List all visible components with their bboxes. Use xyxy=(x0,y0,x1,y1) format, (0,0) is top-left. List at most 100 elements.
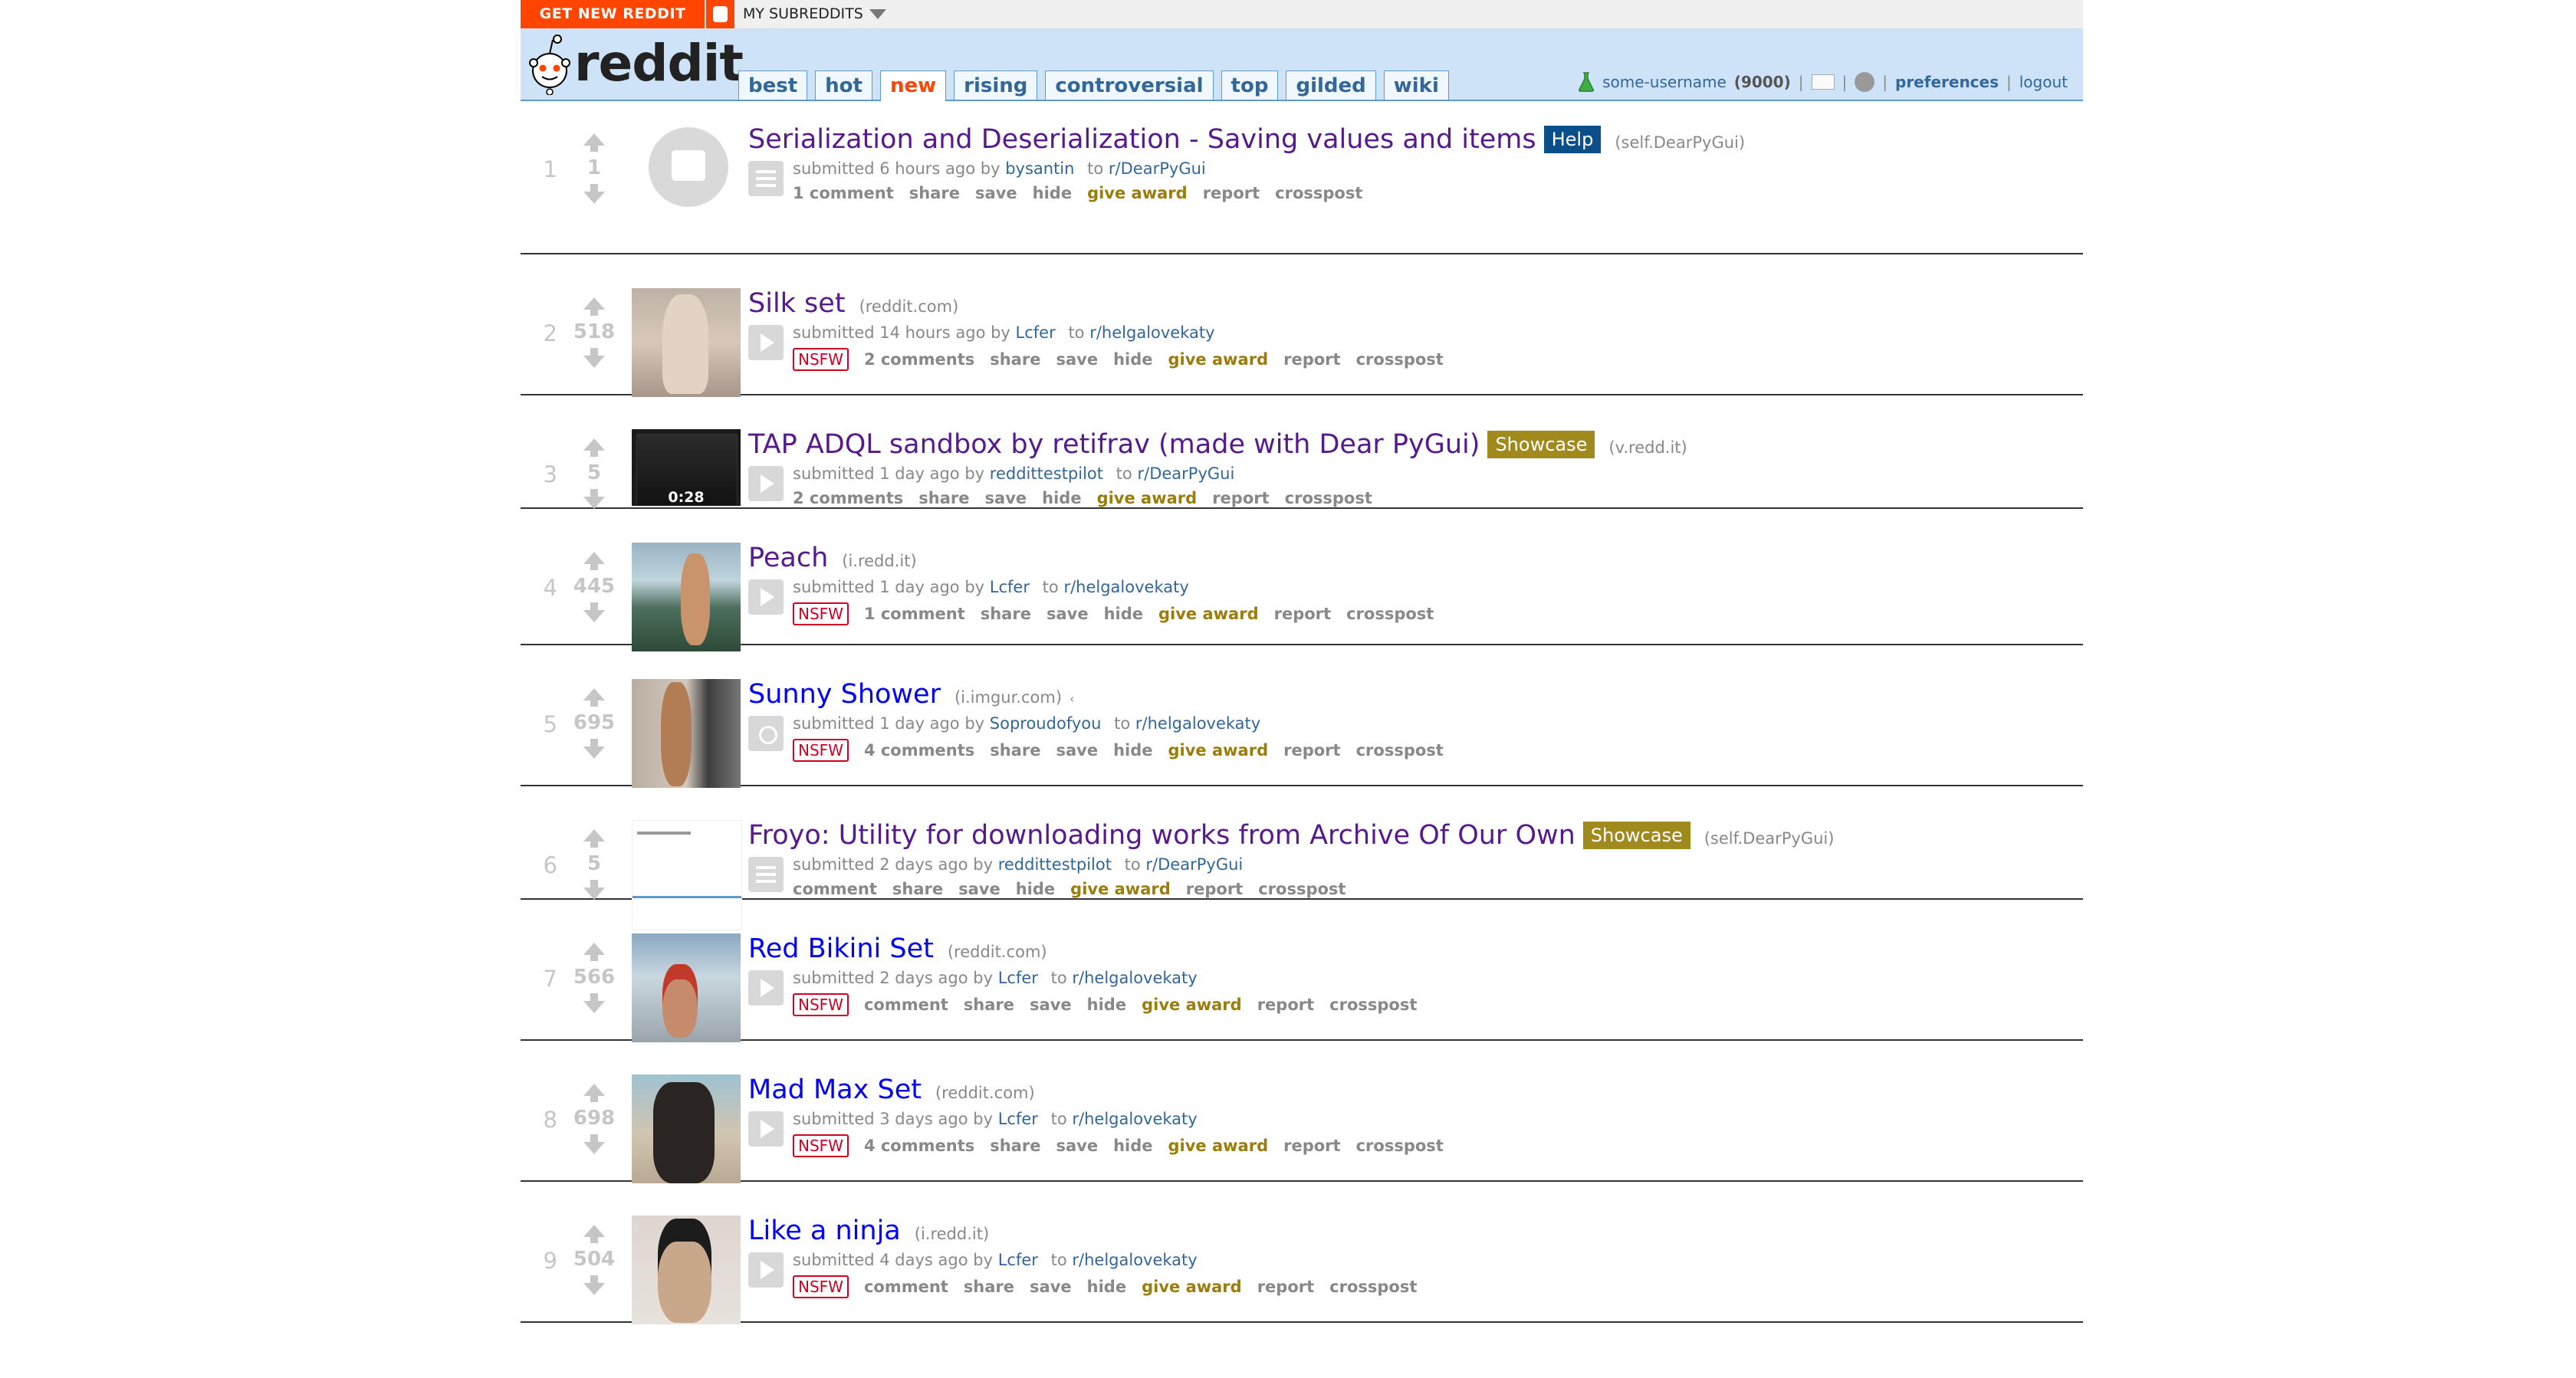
author-link[interactable]: Lcfer xyxy=(998,1251,1038,1269)
subreddit-link[interactable]: r/helgalovekaty xyxy=(1072,1251,1197,1269)
subreddit-link[interactable]: r/helgalovekaty xyxy=(1135,714,1260,733)
tab-wiki[interactable]: wiki xyxy=(1383,71,1449,100)
reddit-wordmark[interactable]: reddit xyxy=(574,34,744,93)
subreddit-link[interactable]: r/helgalovekaty xyxy=(1072,969,1197,987)
report-button[interactable]: report xyxy=(1186,880,1243,898)
comments-link[interactable]: 2 comments xyxy=(864,350,974,369)
post-domain-link[interactable]: (self.DearPyGui) xyxy=(1615,133,1745,152)
share-button[interactable]: share xyxy=(990,1137,1040,1155)
upvote-arrow-icon[interactable] xyxy=(583,297,605,316)
save-button[interactable]: save xyxy=(975,184,1017,202)
downvote-arrow-icon[interactable] xyxy=(583,184,605,204)
flask-icon[interactable] xyxy=(1578,72,1595,92)
crosspost-button[interactable]: crosspost xyxy=(1285,489,1372,507)
report-button[interactable]: report xyxy=(1203,184,1260,202)
subreddit-link[interactable]: r/helgalovekaty xyxy=(1089,323,1214,342)
crosspost-button[interactable]: crosspost xyxy=(1356,1137,1444,1155)
expando-text-icon[interactable] xyxy=(748,857,784,892)
post-flair[interactable]: Showcase xyxy=(1582,822,1691,849)
save-button[interactable]: save xyxy=(1046,605,1089,623)
give-award-button[interactable]: give award xyxy=(1168,741,1269,760)
author-link[interactable]: Lcfer xyxy=(990,578,1030,596)
subreddit-link[interactable]: r/helgalovekaty xyxy=(1072,1110,1197,1128)
downvote-arrow-icon[interactable] xyxy=(583,993,605,1013)
hide-button[interactable]: hide xyxy=(1087,996,1126,1014)
author-link[interactable]: reddittestpilot xyxy=(998,855,1112,874)
author-link[interactable]: Soproudofyou xyxy=(990,714,1102,733)
share-button[interactable]: share xyxy=(990,350,1040,369)
post-title-link[interactable]: Peach xyxy=(748,543,828,573)
chat-icon[interactable] xyxy=(1855,72,1875,92)
reddit-app-icon[interactable] xyxy=(706,0,734,28)
post-thumbnail[interactable]: 0:28 xyxy=(632,429,741,506)
upvote-arrow-icon[interactable] xyxy=(583,133,605,152)
post-thumbnail[interactable] xyxy=(632,933,741,1042)
tab-top[interactable]: top xyxy=(1221,71,1279,100)
post-title-link[interactable]: Red Bikini Set xyxy=(748,933,934,964)
preferences-link[interactable]: preferences xyxy=(1895,71,1999,94)
tab-best[interactable]: best xyxy=(738,71,808,100)
report-button[interactable]: report xyxy=(1257,996,1314,1014)
post-flair[interactable]: Help xyxy=(1543,126,1602,153)
upvote-arrow-icon[interactable] xyxy=(583,1084,605,1102)
expando-play-icon[interactable] xyxy=(748,466,784,501)
post-title-link[interactable]: Serialization and Deserialization - Savi… xyxy=(748,124,1536,155)
author-link[interactable]: Lcfer xyxy=(998,1110,1038,1128)
share-button[interactable]: share xyxy=(892,880,943,898)
downvote-arrow-icon[interactable] xyxy=(583,1134,605,1154)
give-award-button[interactable]: give award xyxy=(1070,880,1171,898)
self-post-thumbnail-icon[interactable] xyxy=(649,127,728,207)
upvote-arrow-icon[interactable] xyxy=(583,438,605,457)
expando-crosspost-icon[interactable] xyxy=(748,716,784,751)
crosspost-button[interactable]: crosspost xyxy=(1346,605,1434,623)
crosspost-button[interactable]: crosspost xyxy=(1275,184,1362,202)
mail-icon[interactable] xyxy=(1811,74,1835,90)
give-award-button[interactable]: give award xyxy=(1158,605,1259,623)
logout-link[interactable]: logout xyxy=(2019,71,2068,94)
give-award-button[interactable]: give award xyxy=(1087,184,1188,202)
author-link[interactable]: Lcfer xyxy=(998,969,1038,987)
author-link[interactable]: reddittestpilot xyxy=(990,464,1103,483)
crosspost-button[interactable]: crosspost xyxy=(1356,350,1444,369)
my-subreddits-dropdown[interactable]: MY SUBREDDITS xyxy=(743,0,886,28)
username-link[interactable]: some-username xyxy=(1602,71,1727,94)
post-domain-link[interactable]: (reddit.com) xyxy=(859,297,959,316)
post-domain-link[interactable]: (i.imgur.com) xyxy=(955,688,1062,707)
author-link[interactable]: bysantin xyxy=(1005,159,1074,178)
comments-link[interactable]: 2 comments xyxy=(793,489,903,507)
post-thumbnail[interactable] xyxy=(632,1216,741,1324)
downvote-arrow-icon[interactable] xyxy=(583,880,605,900)
post-title-link[interactable]: TAP ADQL sandbox by retifrav (made with … xyxy=(748,429,1480,460)
expando-play-icon[interactable] xyxy=(748,1252,784,1288)
comments-link[interactable]: 4 comments xyxy=(864,1137,974,1155)
post-title-link[interactable]: Mad Max Set xyxy=(748,1075,922,1105)
expando-play-icon[interactable] xyxy=(748,1111,784,1147)
expando-play-icon[interactable] xyxy=(748,325,784,360)
tab-controversial[interactable]: controversial xyxy=(1045,71,1214,100)
report-button[interactable]: report xyxy=(1283,350,1340,369)
share-button[interactable]: share xyxy=(990,741,1040,760)
save-button[interactable]: save xyxy=(985,489,1027,507)
save-button[interactable]: save xyxy=(1056,741,1098,760)
downvote-arrow-icon[interactable] xyxy=(583,602,605,622)
post-thumbnail[interactable] xyxy=(632,1075,741,1183)
share-button[interactable]: share xyxy=(918,489,969,507)
upvote-arrow-icon[interactable] xyxy=(583,1225,605,1243)
comments-link[interactable]: 4 comments xyxy=(864,741,974,760)
save-button[interactable]: save xyxy=(1056,350,1098,369)
tab-new[interactable]: new xyxy=(879,71,947,101)
hide-button[interactable]: hide xyxy=(1087,1278,1126,1296)
post-domain-link[interactable]: (v.redd.it) xyxy=(1608,438,1687,457)
post-title-link[interactable]: Sunny Shower xyxy=(748,679,941,710)
crosspost-button[interactable]: crosspost xyxy=(1356,741,1444,760)
post-domain-link[interactable]: (self.DearPyGui) xyxy=(1704,829,1835,848)
upvote-arrow-icon[interactable] xyxy=(583,688,605,707)
report-button[interactable]: report xyxy=(1283,741,1340,760)
post-flair[interactable]: Showcase xyxy=(1487,431,1595,458)
give-award-button[interactable]: give award xyxy=(1168,350,1269,369)
share-button[interactable]: share xyxy=(964,1278,1014,1296)
post-title-link[interactable]: Silk set xyxy=(748,288,846,319)
tab-rising[interactable]: rising xyxy=(954,71,1038,100)
downvote-arrow-icon[interactable] xyxy=(583,348,605,368)
tab-hot[interactable]: hot xyxy=(815,71,872,100)
